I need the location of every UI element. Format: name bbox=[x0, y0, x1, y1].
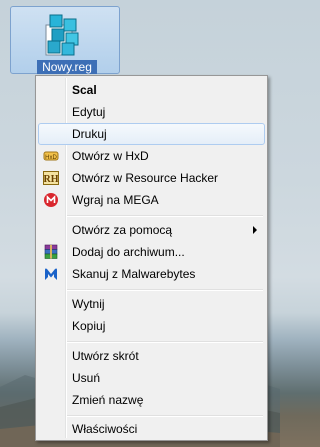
menu-separator bbox=[67, 215, 263, 217]
menu-item-edytuj[interactable]: Edytuj bbox=[38, 101, 265, 123]
mega-icon bbox=[44, 193, 58, 207]
menu-item-label: Skanuj z Malwarebytes bbox=[72, 267, 196, 281]
malwarebytes-icon bbox=[45, 268, 57, 280]
desktop-icon-label: Nowy.reg bbox=[37, 60, 97, 74]
menu-item-label: Scal bbox=[72, 83, 97, 97]
winrar-icon bbox=[44, 244, 58, 259]
menu-item-label: Otwórz za pomocą bbox=[72, 223, 173, 237]
menu-separator bbox=[67, 289, 263, 291]
menu-separator bbox=[67, 341, 263, 343]
menu-item-create-shortcut[interactable]: Utwórz skrót bbox=[38, 345, 265, 367]
submenu-arrow-icon bbox=[253, 226, 257, 234]
menu-item-label: Wytnij bbox=[72, 297, 105, 311]
menu-item-copy[interactable]: Kopiuj bbox=[38, 315, 265, 337]
registry-file-icon bbox=[45, 14, 79, 56]
svg-text:HxD: HxD bbox=[45, 155, 57, 161]
menu-item-label: Dodaj do archiwum... bbox=[72, 245, 185, 259]
menu-item-label: Wgraj na MEGA bbox=[72, 193, 159, 207]
menu-item-delete[interactable]: Usuń bbox=[38, 367, 265, 389]
menu-item-open-resource-hacker[interactable]: RH Otwórz w Resource Hacker bbox=[38, 167, 265, 189]
menu-item-rename[interactable]: Zmień nazwę bbox=[38, 389, 265, 411]
menu-item-label: Edytuj bbox=[72, 105, 106, 119]
menu-item-upload-mega[interactable]: Wgraj na MEGA bbox=[38, 189, 265, 211]
menu-item-label: Drukuj bbox=[72, 127, 107, 141]
menu-separator bbox=[67, 415, 263, 417]
menu-item-label: Utwórz skrót bbox=[72, 349, 139, 363]
menu-item-scal[interactable]: Scal bbox=[38, 79, 265, 101]
menu-item-scan-malwarebytes[interactable]: Skanuj z Malwarebytes bbox=[38, 263, 265, 285]
menu-item-properties[interactable]: Właściwości bbox=[38, 418, 265, 440]
hxd-icon: HxD bbox=[43, 151, 59, 161]
context-menu: Scal Edytuj Drukuj HxD Otwórz w HxD RH O… bbox=[35, 75, 268, 441]
menu-item-cut[interactable]: Wytnij bbox=[38, 293, 265, 315]
resource-hacker-icon: RH bbox=[43, 171, 59, 185]
menu-item-label: Usuń bbox=[72, 371, 101, 385]
menu-item-add-to-archive[interactable]: Dodaj do archiwum... bbox=[38, 241, 265, 263]
menu-item-label: Zmień nazwę bbox=[72, 393, 144, 407]
menu-item-label: Właściwości bbox=[72, 422, 138, 436]
menu-item-label: Kopiuj bbox=[72, 319, 106, 333]
menu-item-open-with[interactable]: Otwórz za pomocą bbox=[38, 219, 265, 241]
menu-item-open-hxd[interactable]: HxD Otwórz w HxD bbox=[38, 145, 265, 167]
svg-text:RH: RH bbox=[44, 174, 59, 185]
menu-item-label: Otwórz w Resource Hacker bbox=[72, 171, 219, 185]
desktop-file-icon[interactable]: Nowy.reg bbox=[10, 6, 120, 74]
menu-item-label: Otwórz w HxD bbox=[72, 149, 149, 163]
menu-item-drukuj[interactable]: Drukuj bbox=[38, 123, 265, 145]
